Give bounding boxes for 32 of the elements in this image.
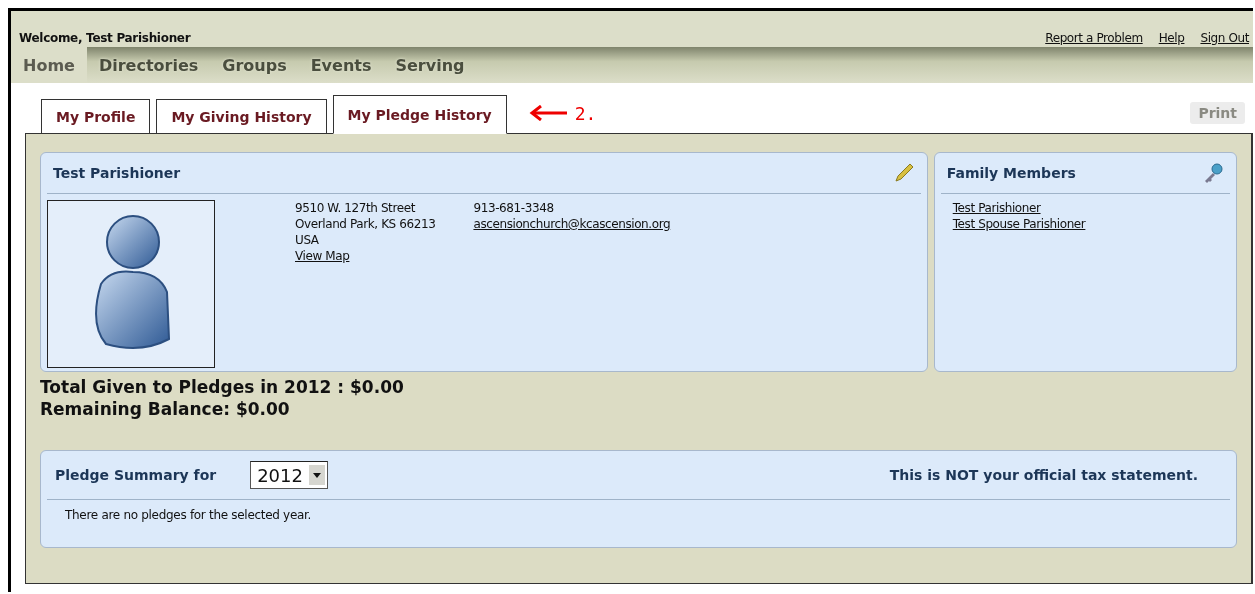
address-line: Overland Park, KS 66213 (295, 216, 436, 232)
tax-notice: This is NOT your official tax statement. (889, 467, 1198, 483)
year-select[interactable]: 2012 (250, 461, 328, 489)
nav-item[interactable]: Events (298, 47, 384, 83)
caret-icon (313, 472, 321, 478)
tab[interactable]: My Pledge History (332, 95, 507, 134)
family-member-link[interactable]: Test Spouse Parishioner (952, 216, 1230, 232)
nav-item[interactable]: Home (11, 47, 87, 83)
nav-item[interactable]: Groups (210, 47, 299, 83)
pencil-icon[interactable] (892, 162, 915, 184)
address-line: USA (295, 232, 320, 248)
total-text: Total Given to Pledges in 2012 : $0.00 (40, 376, 405, 398)
card-title: Test Parishioner (53, 165, 181, 181)
empty-message: There are no pledges for the selected year. (65, 508, 312, 522)
nav-item[interactable]: Serving (383, 47, 477, 83)
address-line: 9510 W. 127th Street (295, 200, 417, 216)
view-map-link[interactable]: View Map (295, 248, 436, 264)
arrow-icon (528, 105, 569, 121)
nav-item[interactable]: Directories (86, 47, 211, 83)
annotation-label: 2. (574, 102, 597, 124)
card-title: Family Members (946, 165, 1076, 181)
total-text: Remaining Balance: $0.00 (40, 398, 291, 420)
header-link[interactable]: Help (1158, 31, 1185, 45)
tab[interactable]: My Profile (41, 99, 151, 133)
welcome-text: Welcome, Test Parishioner (19, 31, 191, 45)
email-link[interactable]: ascensionchurch@kcascension.org (473, 216, 671, 232)
card-title: Pledge Summary for (55, 467, 217, 483)
header-link[interactable]: Report a Problem (1045, 31, 1143, 45)
family-member-link[interactable]: Test Parishioner (952, 200, 1230, 216)
tab[interactable]: My Giving History (156, 99, 327, 133)
phone-number: 913-681-3348 (473, 200, 555, 216)
header-link[interactable]: Sign Out (1200, 31, 1249, 45)
